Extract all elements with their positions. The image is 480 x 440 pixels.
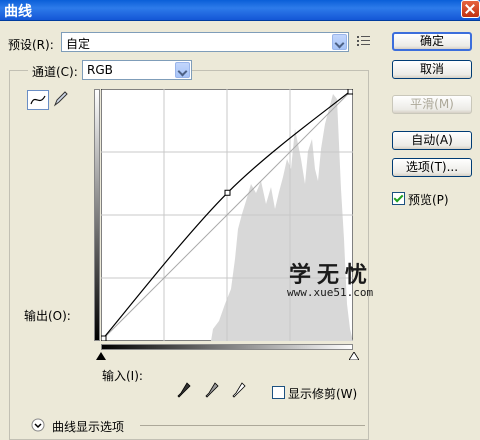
black-slider-icon[interactable] — [96, 352, 106, 360]
channel-value: RGB — [87, 63, 113, 77]
pencil-icon — [53, 91, 68, 107]
preview-label: 预览(P) — [408, 193, 449, 207]
chevron-down-icon[interactable] — [175, 62, 190, 78]
input-gradient-bar — [101, 344, 353, 350]
pencil-tool-button[interactable] — [51, 90, 73, 110]
preset-select[interactable]: 自定 — [61, 32, 349, 52]
curve-point[interactable] — [347, 89, 353, 95]
output-gradient-bar — [94, 89, 100, 341]
input-label: 输入(I): — [102, 369, 143, 383]
options-button[interactable]: 选项(T)... — [392, 158, 472, 177]
curve-point[interactable] — [224, 189, 231, 196]
preview-checkbox[interactable] — [392, 192, 405, 205]
chevron-down-icon[interactable] — [31, 418, 45, 432]
preset-label: 预设(R): — [8, 38, 54, 52]
eyedropper-white-icon[interactable] — [231, 381, 247, 399]
watermark-logo: 学无忧 — [289, 262, 374, 288]
curve-point[interactable] — [101, 335, 107, 341]
auto-button[interactable]: 自动(A) — [392, 131, 472, 150]
preset-options-icon[interactable] — [357, 35, 371, 47]
curve-tool-button[interactable] — [27, 90, 49, 110]
curve-point-icon — [30, 95, 46, 105]
show-clipping-checkbox[interactable] — [272, 386, 285, 399]
divider — [140, 425, 365, 426]
ok-button[interactable]: 确定 — [392, 32, 472, 51]
cancel-button[interactable]: 取消 — [392, 60, 472, 79]
smooth-button[interactable]: 平滑(M) — [392, 95, 472, 114]
close-icon[interactable] — [461, 0, 480, 18]
channel-select[interactable]: RGB — [82, 60, 192, 80]
preset-value: 自定 — [66, 37, 91, 51]
watermark-url: www.xue51.com — [287, 286, 374, 299]
chevron-down-icon[interactable] — [332, 34, 347, 50]
window-title: 曲线 — [4, 4, 32, 20]
curve-graph[interactable] — [101, 89, 353, 341]
show-clipping-label: 显示修剪(W) — [288, 387, 358, 401]
title-bar: 曲线 — [0, 0, 480, 21]
eyedropper-black-icon[interactable] — [176, 381, 192, 399]
eyedropper-gray-icon[interactable] — [204, 381, 220, 399]
white-slider-icon[interactable] — [349, 352, 359, 360]
output-label: 输出(O): — [24, 309, 71, 323]
channel-label: 通道(C): — [28, 63, 82, 80]
